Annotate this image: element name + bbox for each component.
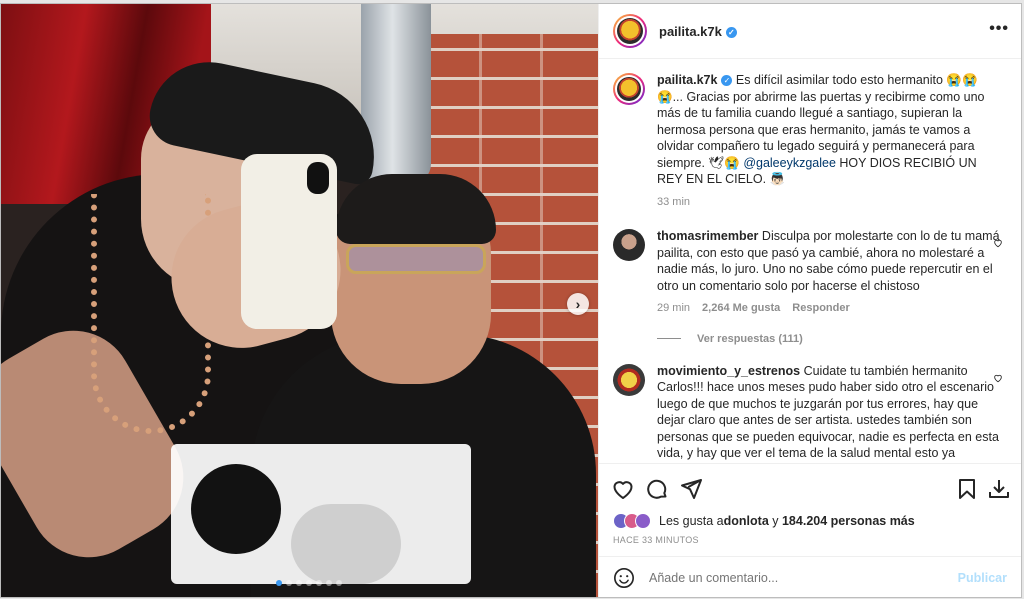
action-bar	[599, 463, 1021, 513]
carousel-dot	[336, 580, 342, 586]
comment-icon[interactable]	[645, 477, 669, 501]
commenter-avatar[interactable]	[613, 363, 645, 396]
add-comment-input[interactable]	[649, 571, 958, 585]
photo-shirt-baby	[291, 504, 401, 584]
comment-time[interactable]: 29 min	[657, 300, 690, 317]
add-comment-bar: Publicar	[599, 556, 1021, 597]
likes-prefix: Les gusta a	[659, 514, 724, 528]
likes-first-user[interactable]: donlota	[724, 514, 769, 528]
comments-list[interactable]: pailita.k7k ✓ Es difícil asimilar todo es…	[599, 60, 1021, 463]
carousel-dot	[296, 580, 302, 586]
comment-like-heart-icon[interactable]	[993, 373, 1003, 383]
carousel-dot	[326, 580, 332, 586]
carousel-dot	[306, 580, 312, 586]
caption-mention-link[interactable]: @galeeykzgalee	[743, 156, 836, 170]
screenshot-frame: › pailita.k7k ✓ ••• pailita.k7k ✓ Es difíc…	[0, 0, 1024, 599]
caption: pailita.k7k ✓ Es difícil asimilar todo es…	[613, 72, 1007, 210]
likes-middle: y	[768, 514, 782, 528]
caption-time[interactable]: 33 min	[657, 194, 690, 211]
comment-username[interactable]: movimiento_y_estrenos	[657, 364, 800, 378]
caption-username[interactable]: pailita.k7k	[657, 73, 717, 87]
commenter-avatar[interactable]	[613, 229, 645, 261]
more-options-icon[interactable]: •••	[989, 20, 1009, 38]
carousel-next-button[interactable]: ›	[567, 293, 589, 315]
caption-avatar[interactable]	[613, 73, 645, 105]
author-avatar[interactable]	[613, 14, 647, 48]
comment-like-heart-icon[interactable]	[993, 238, 1003, 248]
publish-button[interactable]: Publicar	[958, 571, 1007, 585]
comment-username[interactable]: thomasrimember	[657, 229, 758, 243]
photo-shirt-ball	[191, 464, 281, 554]
emoji-icon[interactable]	[613, 567, 635, 589]
likes-count[interactable]: 184.204 personas más	[782, 514, 915, 528]
photo-phone-camera	[307, 162, 329, 194]
share-icon[interactable]	[679, 477, 703, 501]
comment-item: thomasrimember Disculpa por molestarte c…	[613, 228, 1007, 317]
liker-avatars	[613, 513, 651, 529]
view-replies-button[interactable]: Ver respuestas (111)	[657, 333, 1007, 345]
photo-person-right-hair	[336, 174, 496, 244]
verified-icon: ✓	[725, 26, 737, 38]
download-icon[interactable]	[987, 477, 1011, 501]
bookmark-icon[interactable]	[955, 477, 979, 501]
carousel-dot	[316, 580, 322, 586]
post-window: › pailita.k7k ✓ ••• pailita.k7k ✓ Es difíc…	[0, 3, 1022, 598]
comment-likes[interactable]: 2,264 Me gusta	[702, 300, 780, 317]
post-photo[interactable]: ›	[1, 4, 598, 597]
author-username-text[interactable]: pailita.k7k	[659, 24, 722, 39]
photo-glasses	[346, 244, 486, 274]
carousel-dot	[286, 580, 292, 586]
comment-item: movimiento_y_estrenos Cuidate tu también…	[613, 363, 1007, 462]
comment-reply-button[interactable]: Responder	[792, 300, 849, 317]
carousel-dots	[276, 580, 342, 586]
heart-icon[interactable]	[611, 477, 635, 501]
author-username[interactable]: pailita.k7k ✓	[659, 24, 737, 39]
verified-icon: ✓	[721, 75, 733, 86]
likes-summary[interactable]: Les gusta a donlota y 184.204 personas m…	[613, 513, 915, 529]
view-replies-text[interactable]: Ver respuestas (111)	[697, 333, 803, 345]
post-side-panel: pailita.k7k ✓ ••• pailita.k7k ✓ Es difícil…	[598, 4, 1021, 597]
carousel-dot	[276, 580, 282, 586]
post-header: pailita.k7k ✓ •••	[599, 4, 1021, 59]
post-timestamp[interactable]: HACE 33 MINUTOS	[613, 535, 699, 545]
